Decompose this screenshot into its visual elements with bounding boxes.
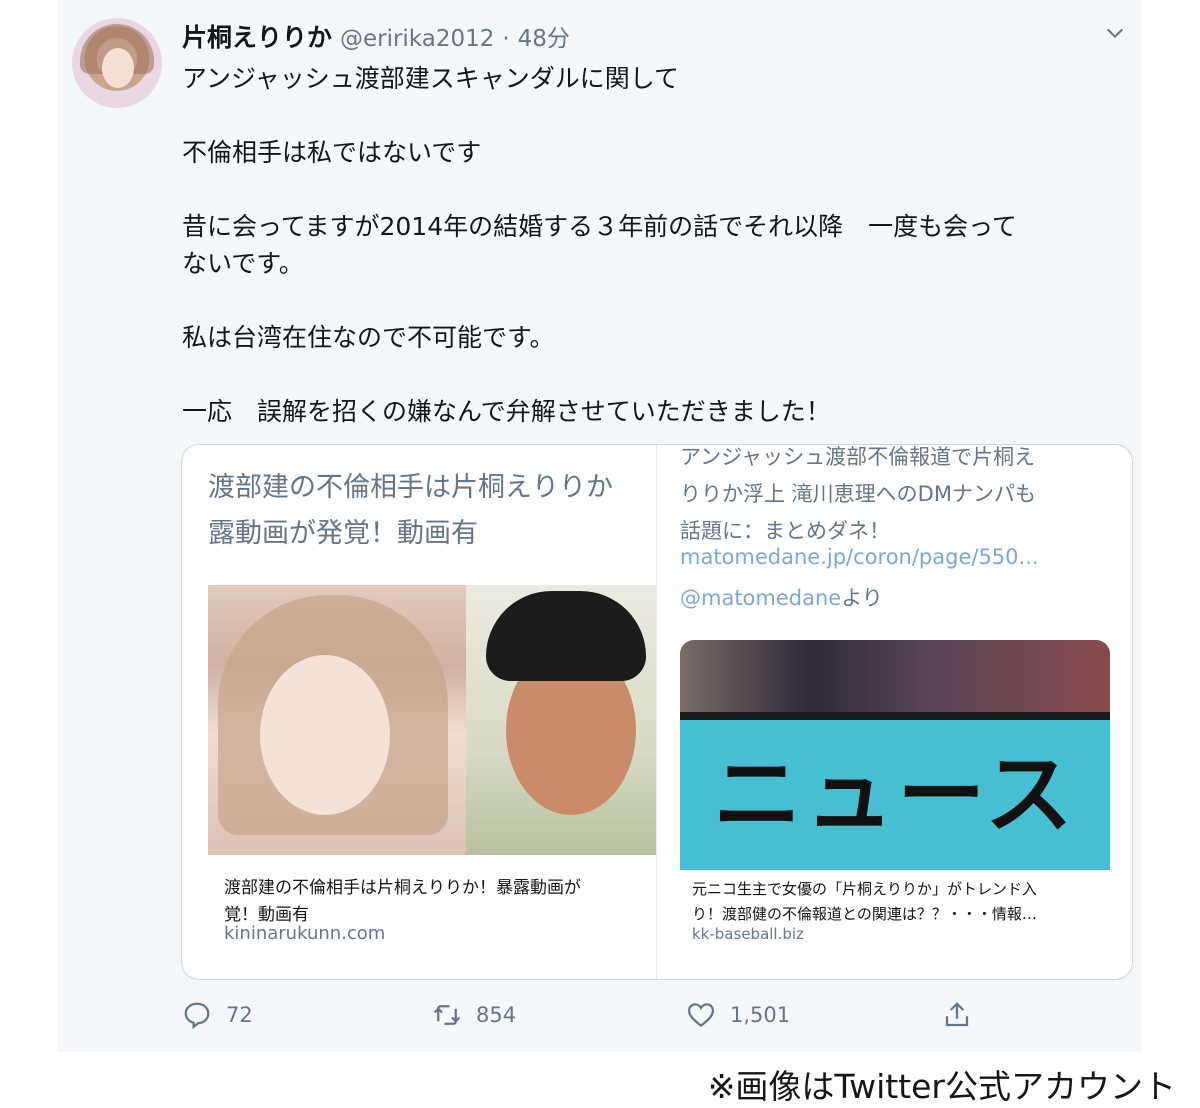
photo-woman — [208, 585, 466, 855]
photo-man — [466, 585, 656, 855]
retweet-icon — [433, 1005, 461, 1025]
tweet-text: アンジャッシュ渡部建スキャンダルに関して 不倫相手は私ではないです 昔に会ってま… — [182, 64, 1017, 426]
share-button[interactable] — [942, 1000, 972, 1030]
image-banner — [680, 640, 1110, 712]
heart-icon — [687, 1003, 715, 1028]
user-handle[interactable]: @eririka2012 — [340, 26, 494, 52]
right-card-text: アンジャッシュ渡部不倫報道で片桐え りりか浮上 滝川恵理へのDMナンパも 話題に… — [680, 445, 1036, 543]
avatar-face — [102, 48, 134, 88]
right-card-caption[interactable]: 元ニコ生主で女優の「片桐えりりか」がトレンド入 り！渡部健の不倫報道との関連は？… — [692, 877, 1102, 927]
reply-count: 72 — [226, 1003, 253, 1027]
avatar[interactable] — [72, 18, 162, 108]
share-icon — [945, 1002, 969, 1027]
right-card-image[interactable]: ニュース — [680, 640, 1110, 870]
mention-suffix: より — [841, 586, 883, 610]
reply-icon — [184, 1002, 210, 1030]
retweet-button[interactable]: 854 — [432, 1000, 516, 1030]
like-button[interactable]: 1,501 — [686, 1000, 790, 1030]
card-divider — [656, 445, 657, 979]
image-credit: ※画像はTwitter公式アカウント — [707, 1067, 1176, 1106]
display-name[interactable]: 片桐えりりか — [182, 23, 332, 52]
like-count: 1,501 — [730, 1003, 791, 1027]
photo-hair — [486, 591, 646, 681]
mention-link[interactable]: @matomedane — [680, 586, 841, 610]
photo-face — [260, 655, 390, 815]
image-stripe — [680, 712, 1110, 720]
retweet-count: 854 — [476, 1003, 517, 1027]
left-card-title: 渡部建の不倫相手は片桐えりりか 露動画が発覚！動画有 — [208, 472, 613, 549]
separator-dot: · — [502, 26, 510, 52]
tweet-header: 片桐えりりか @eririka2012 · 48分 — [182, 18, 570, 54]
embedded-cards[interactable]: 渡部建の不倫相手は片桐えりりか 露動画が発覚！動画有 渡部建の不倫相手は片桐えり… — [181, 444, 1133, 980]
right-card-mention: @matomedaneより — [680, 582, 883, 612]
timestamp[interactable]: 48分 — [518, 26, 570, 52]
right-card-link[interactable]: matomedane.jp/coron/page/550... — [680, 545, 1039, 569]
left-card-image[interactable] — [208, 585, 656, 855]
image-news-text: ニュース — [713, 743, 1077, 846]
action-bar: 72 854 1,501 — [182, 1000, 982, 1040]
left-card-caption[interactable]: 渡部建の不倫相手は片桐えりりか！暴露動画が 覚！動画有 — [224, 875, 644, 929]
chevron-down-icon[interactable] — [1104, 22, 1126, 44]
left-card-source: kininarukunn.com — [224, 923, 386, 944]
right-card-source: kk-baseball.biz — [692, 925, 804, 943]
reply-button[interactable]: 72 — [182, 1000, 253, 1030]
